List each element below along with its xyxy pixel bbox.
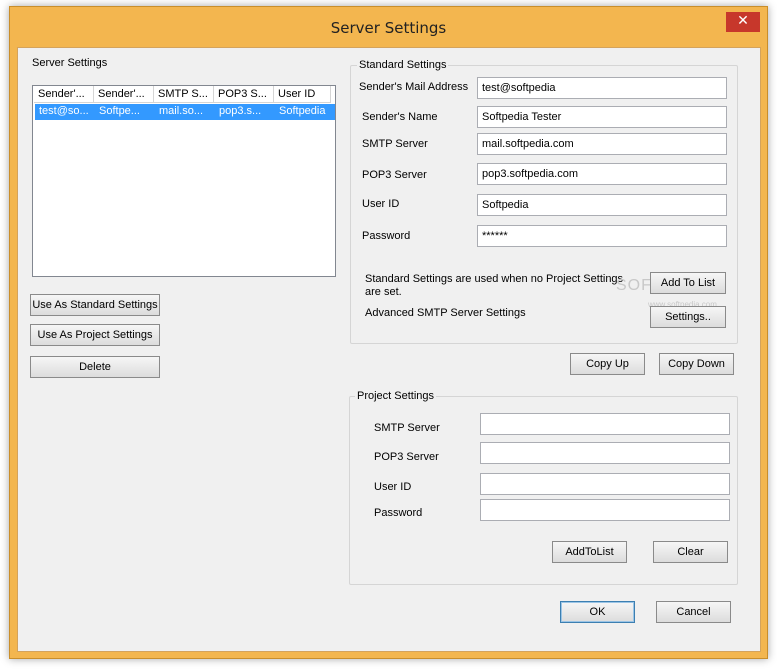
- list-cell: pop3.s...: [219, 105, 262, 117]
- project-settings-title: Project Settings: [355, 390, 437, 402]
- password-field[interactable]: ******: [477, 225, 727, 247]
- senders-name-label: Sender's Name: [362, 111, 438, 123]
- column-header[interactable]: User ID: [274, 86, 331, 103]
- senders-mail-label: Sender's Mail Address: [359, 81, 469, 93]
- column-header[interactable]: Sender'...: [94, 86, 154, 103]
- project-password-field[interactable]: [480, 499, 730, 521]
- standard-note-line2: are set.: [365, 286, 402, 298]
- cancel-button[interactable]: Cancel: [656, 601, 731, 623]
- copy-up-button[interactable]: Copy Up: [570, 353, 645, 375]
- window-title: Server Settings: [330, 19, 447, 37]
- server-list[interactable]: Sender'... Sender'... SMTP S... POP3 S..…: [32, 85, 336, 277]
- pop3-server-field[interactable]: pop3.softpedia.com: [477, 163, 727, 185]
- use-as-standard-button[interactable]: Use As Standard Settings: [30, 294, 160, 316]
- copy-down-button[interactable]: Copy Down: [659, 353, 734, 375]
- list-cell: test@so...: [39, 105, 89, 117]
- dialog-window: Server Settings ✕ Server Settings Sender…: [9, 6, 768, 659]
- user-id-label: User ID: [362, 198, 400, 210]
- project-pop3-field[interactable]: [480, 442, 730, 464]
- project-smtp-label: SMTP Server: [374, 422, 440, 434]
- advanced-smtp-label: Advanced SMTP Server Settings: [365, 307, 526, 319]
- list-cell: Softpedia: [279, 105, 326, 117]
- project-user-id-field[interactable]: [480, 473, 730, 495]
- use-as-project-button[interactable]: Use As Project Settings: [30, 324, 160, 346]
- user-id-field[interactable]: Softpedia: [477, 194, 727, 216]
- project-smtp-field[interactable]: [480, 413, 730, 435]
- senders-name-field[interactable]: Softpedia Tester: [477, 106, 727, 128]
- standard-settings-title: Standard Settings: [357, 59, 449, 71]
- column-header[interactable]: POP3 S...: [214, 86, 274, 103]
- senders-mail-field[interactable]: test@softpedia: [477, 77, 727, 99]
- project-user-id-label: User ID: [374, 481, 412, 493]
- project-pop3-label: POP3 Server: [374, 451, 439, 463]
- list-cell: Softpe...: [99, 105, 140, 117]
- project-password-label: Password: [374, 507, 423, 519]
- clear-button[interactable]: Clear: [653, 541, 728, 563]
- ok-button[interactable]: OK: [560, 601, 635, 623]
- dialog-client-area: Server Settings Sender'... Sender'... SM…: [17, 47, 761, 652]
- standard-note-line1: Standard Settings are used when no Proje…: [365, 273, 624, 285]
- list-cell: mail.so...: [159, 105, 204, 117]
- smtp-server-field[interactable]: mail.softpedia.com: [477, 133, 727, 155]
- column-header[interactable]: SMTP S...: [154, 86, 214, 103]
- server-settings-label: Server Settings: [32, 57, 108, 69]
- advanced-settings-button[interactable]: Settings..: [650, 306, 726, 328]
- delete-button[interactable]: Delete: [30, 356, 160, 378]
- list-row-selected[interactable]: test@so... Softpe... mail.so... pop3.s..…: [35, 104, 335, 120]
- column-header[interactable]: Sender'...: [34, 86, 94, 103]
- smtp-server-label: SMTP Server: [362, 138, 428, 150]
- close-button[interactable]: ✕: [726, 12, 760, 32]
- password-label: Password: [362, 230, 411, 242]
- pop3-server-label: POP3 Server: [362, 169, 427, 181]
- standard-add-to-list-button[interactable]: Add To List: [650, 272, 726, 294]
- project-add-to-list-button[interactable]: AddToList: [552, 541, 627, 563]
